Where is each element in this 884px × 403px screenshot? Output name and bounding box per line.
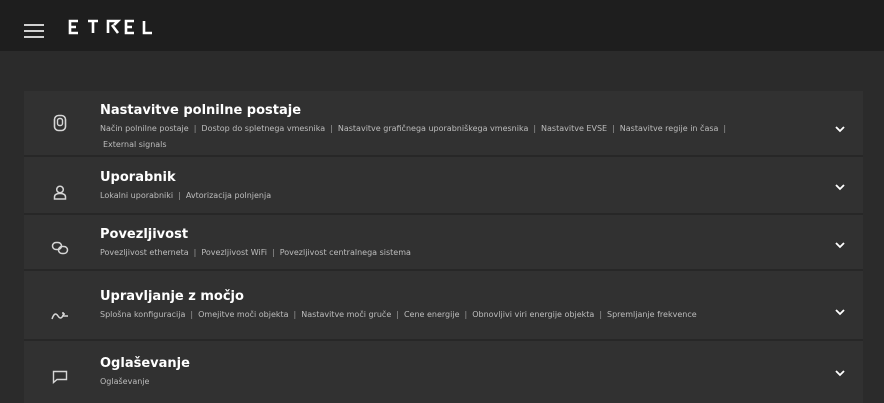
user-icon <box>51 183 69 201</box>
section-title: Upravljanje z močjo <box>100 289 244 304</box>
section-title: Povezljivost <box>100 227 189 242</box>
section-links: Oglaševanje <box>100 374 800 390</box>
link-web-access[interactable]: Dostop do spletnega vmesnika <box>201 124 325 133</box>
top-bar <box>0 0 884 51</box>
charger-icon <box>51 114 69 132</box>
link-wifi[interactable]: Povezljivost WiFi <box>201 248 267 257</box>
chevron-down-icon[interactable] <box>834 241 846 249</box>
section-links: Način polnilne postaje | Dostop do spletne… <box>100 124 727 149</box>
link-region-time-settings[interactable]: Nastavitve regije in časa <box>620 124 719 133</box>
link-icon <box>51 239 69 257</box>
section-title: Uporabnik <box>100 170 176 185</box>
section-title: Oglaševanje <box>100 356 190 371</box>
link-ethernet[interactable]: Povezljivost etherneta <box>100 248 189 257</box>
link-renewable-sources[interactable]: Obnovljivi viri energije objekta <box>472 310 594 319</box>
chevron-down-icon[interactable] <box>834 369 846 377</box>
link-evse-settings[interactable]: Nastavitve EVSE <box>541 124 607 133</box>
link-frequency-monitoring[interactable]: Spremljanje frekvence <box>607 310 697 319</box>
section-connectivity[interactable]: Povezljivost Povezljivost etherneta | Pove… <box>24 215 863 269</box>
section-power-management[interactable]: Upravljanje z močjo Splošna konfiguracij… <box>24 271 863 339</box>
link-charging-authorization[interactable]: Avtorizacija polnjenja <box>186 191 271 200</box>
link-cluster-power-settings[interactable]: Nastavitve moči gruče <box>301 310 391 319</box>
link-object-power-limits[interactable]: Omejitve moči objekta <box>198 310 288 319</box>
menu-icon[interactable] <box>24 24 44 38</box>
power-wave-icon <box>51 307 69 325</box>
link-central-system[interactable]: Povezljivost centralnega sistema <box>280 248 411 257</box>
section-links: Povezljivost etherneta | Povezljivost WiFi… <box>100 248 411 257</box>
link-general-config[interactable]: Splošna konfiguracija <box>100 310 185 319</box>
link-gui-settings[interactable]: Nastavitve grafičnega uporabniškega vmes… <box>338 124 528 133</box>
chevron-down-icon[interactable] <box>834 183 846 191</box>
link-external-signals[interactable]: External signals <box>100 140 167 149</box>
message-icon <box>51 368 69 386</box>
section-advertising[interactable]: Oglaševanje Oglaševanje <box>24 341 863 403</box>
section-links: Lokalni uporabniki | Avtorizacija polnjenj… <box>100 191 272 200</box>
brand-logo <box>68 18 163 36</box>
chevron-down-icon[interactable] <box>834 125 846 133</box>
link-energy-prices[interactable]: Cene energije <box>404 310 460 319</box>
chevron-down-icon[interactable] <box>834 308 846 316</box>
section-user[interactable]: Uporabnik Lokalni uporabniki | Avtorizacij… <box>24 157 863 213</box>
settings-list: Nastavitve polnilne postaje Način polnil… <box>24 91 863 403</box>
link-charging-mode[interactable]: Način polnilne postaje <box>100 124 189 133</box>
link-advertising[interactable]: Oglaševanje <box>100 377 149 386</box>
section-charging-station-settings[interactable]: Nastavitve polnilne postaje Način polnil… <box>24 91 863 155</box>
link-local-users[interactable]: Lokalni uporabniki <box>100 191 173 200</box>
section-links: Splošna konfiguracija | Omejitve moči obje… <box>100 310 697 319</box>
section-title: Nastavitve polnilne postaje <box>100 103 302 118</box>
